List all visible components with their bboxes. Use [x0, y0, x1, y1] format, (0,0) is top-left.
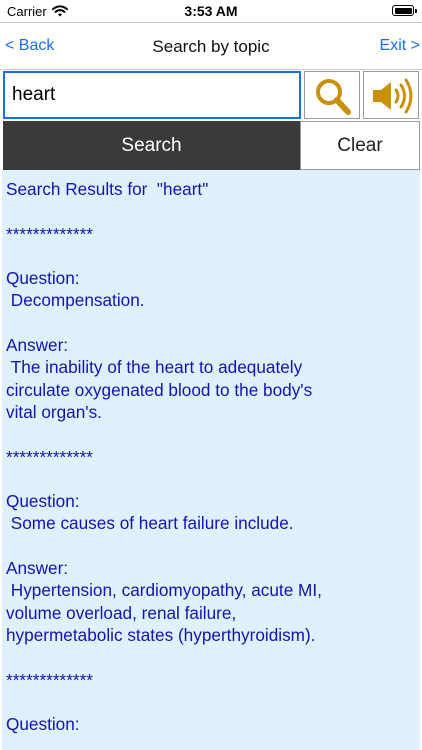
clear-button[interactable]: Clear: [300, 121, 420, 170]
answer-text: Hypertension, cardiomyopathy, acute MI, …: [6, 580, 322, 645]
search-input[interactable]: [3, 71, 301, 119]
search-row: [0, 70, 422, 120]
search-results-text: Search Results for "heart" *************…: [2, 170, 420, 735]
page-title: Search by topic: [152, 37, 270, 56]
navigation-bar: < Back Search by topic Exit >: [0, 22, 422, 70]
action-buttons: Search Clear: [0, 121, 422, 170]
search-results-panel[interactable]: Search Results for "heart" *************…: [2, 170, 420, 750]
question-label: Question:: [6, 491, 80, 512]
results-header: Search Results for "heart": [6, 179, 209, 199]
separator: *************: [6, 446, 93, 467]
answer-label: Answer:: [6, 335, 69, 356]
separator: *************: [6, 669, 93, 690]
clock: 3:53 AM: [184, 3, 238, 19]
question-label: Question:: [6, 714, 80, 735]
battery-icon: [392, 5, 417, 16]
magnify-button[interactable]: [304, 71, 360, 119]
question-text: Decompensation.: [6, 290, 145, 311]
answer-label: Answer:: [6, 558, 69, 579]
status-bar: Carrier 3:53 AM: [0, 0, 422, 22]
exit-button[interactable]: Exit >: [380, 37, 420, 55]
answer-text: The inability of the heart to adequately…: [6, 357, 313, 422]
question-label: Question:: [6, 268, 80, 289]
speaker-icon: [373, 78, 413, 114]
separator: *************: [6, 223, 93, 244]
search-button[interactable]: Search: [3, 121, 300, 170]
speak-button[interactable]: [363, 71, 419, 119]
magnifying-glass-icon: [316, 79, 351, 115]
question-text: Some causes of heart failure include.: [6, 513, 294, 534]
